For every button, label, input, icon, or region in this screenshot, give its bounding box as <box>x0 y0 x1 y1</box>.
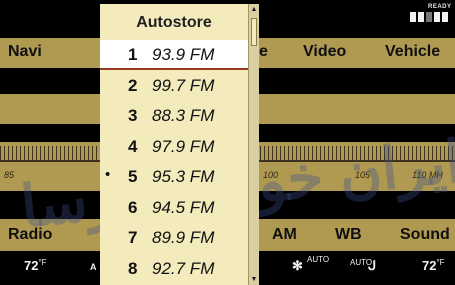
preset-number: 8 <box>128 258 138 278</box>
ready-indicator: READY <box>428 4 452 10</box>
preset-frequency: 88.3 FM <box>152 106 215 125</box>
scroll-down-icon[interactable]: ▼ <box>249 276 259 283</box>
preset-number: 1 <box>128 45 138 64</box>
current-station-bullet: • <box>105 166 111 183</box>
preset-frequency: 99.7 FM <box>152 75 215 95</box>
preset-number: 3 <box>128 106 138 125</box>
preset-frequency: 89.9 FM <box>152 228 215 247</box>
preset-station-item[interactable]: 4 97.9 FM <box>100 132 248 162</box>
preset-station-item[interactable]: 1 93.9 FM <box>100 40 248 70</box>
preset-station-item[interactable]: 8 92.7 FM <box>100 254 248 284</box>
infotainment-screen: READY Navi e Video Vehicle 85 100 105 11… <box>0 0 455 285</box>
preset-frequency: 95.3 FM <box>152 167 215 186</box>
preset-station-item[interactable]: 6 94.5 FM <box>100 193 248 223</box>
menu-item-video[interactable]: Video <box>303 43 346 61</box>
preset-station-item[interactable]: 7 89.9 FM <box>100 223 248 253</box>
preset-frequency: 92.7 FM <box>152 258 215 278</box>
preset-number: 6 <box>128 197 138 217</box>
menu-item-navi[interactable]: Navi <box>8 43 42 61</box>
fan-auto-label: AUTO <box>307 255 330 264</box>
sound-button[interactable]: Sound <box>400 226 450 244</box>
wb-button[interactable]: WB <box>335 226 362 244</box>
preset-frequency: 97.9 FM <box>152 136 215 156</box>
popup-title: Autostore <box>136 14 212 31</box>
preset-number: 5 <box>128 167 138 186</box>
preset-frequency: 94.5 FM <box>152 197 215 217</box>
left-auto-indicator: A <box>90 262 97 272</box>
popup-scrollbar[interactable]: ▲ ▼ <box>248 4 259 285</box>
scroll-thumb[interactable] <box>251 18 257 46</box>
preset-number: 7 <box>128 228 138 247</box>
preset-station-item[interactable]: • 5 95.3 FM <box>100 162 248 192</box>
am-button[interactable]: AM <box>272 226 297 244</box>
preset-station-item[interactable]: 3 88.3 FM <box>100 101 248 131</box>
menu-item-vehicle[interactable]: Vehicle <box>385 43 440 61</box>
preset-number: 2 <box>128 75 138 95</box>
preset-number: 4 <box>128 136 138 156</box>
right-temperature: 72°F <box>422 258 445 273</box>
left-temperature: 72°F <box>24 258 47 273</box>
airflow-icon: ᒍ <box>368 258 377 273</box>
menu-item-audio[interactable]: e <box>259 43 268 61</box>
frequency-tick-85: 85 <box>4 170 15 180</box>
preset-station-item[interactable]: 2 99.7 FM <box>100 71 248 101</box>
preset-frequency: 93.9 FM <box>152 45 215 64</box>
signal-strength-icon <box>410 12 448 22</box>
autostore-popup: Autostore 1 93.9 FM 2 99.7 FM 3 88.3 FM 4 97.9 … <box>100 4 259 285</box>
fan-icon: ✻ <box>292 258 303 273</box>
scroll-up-icon[interactable]: ▲ <box>249 6 259 13</box>
